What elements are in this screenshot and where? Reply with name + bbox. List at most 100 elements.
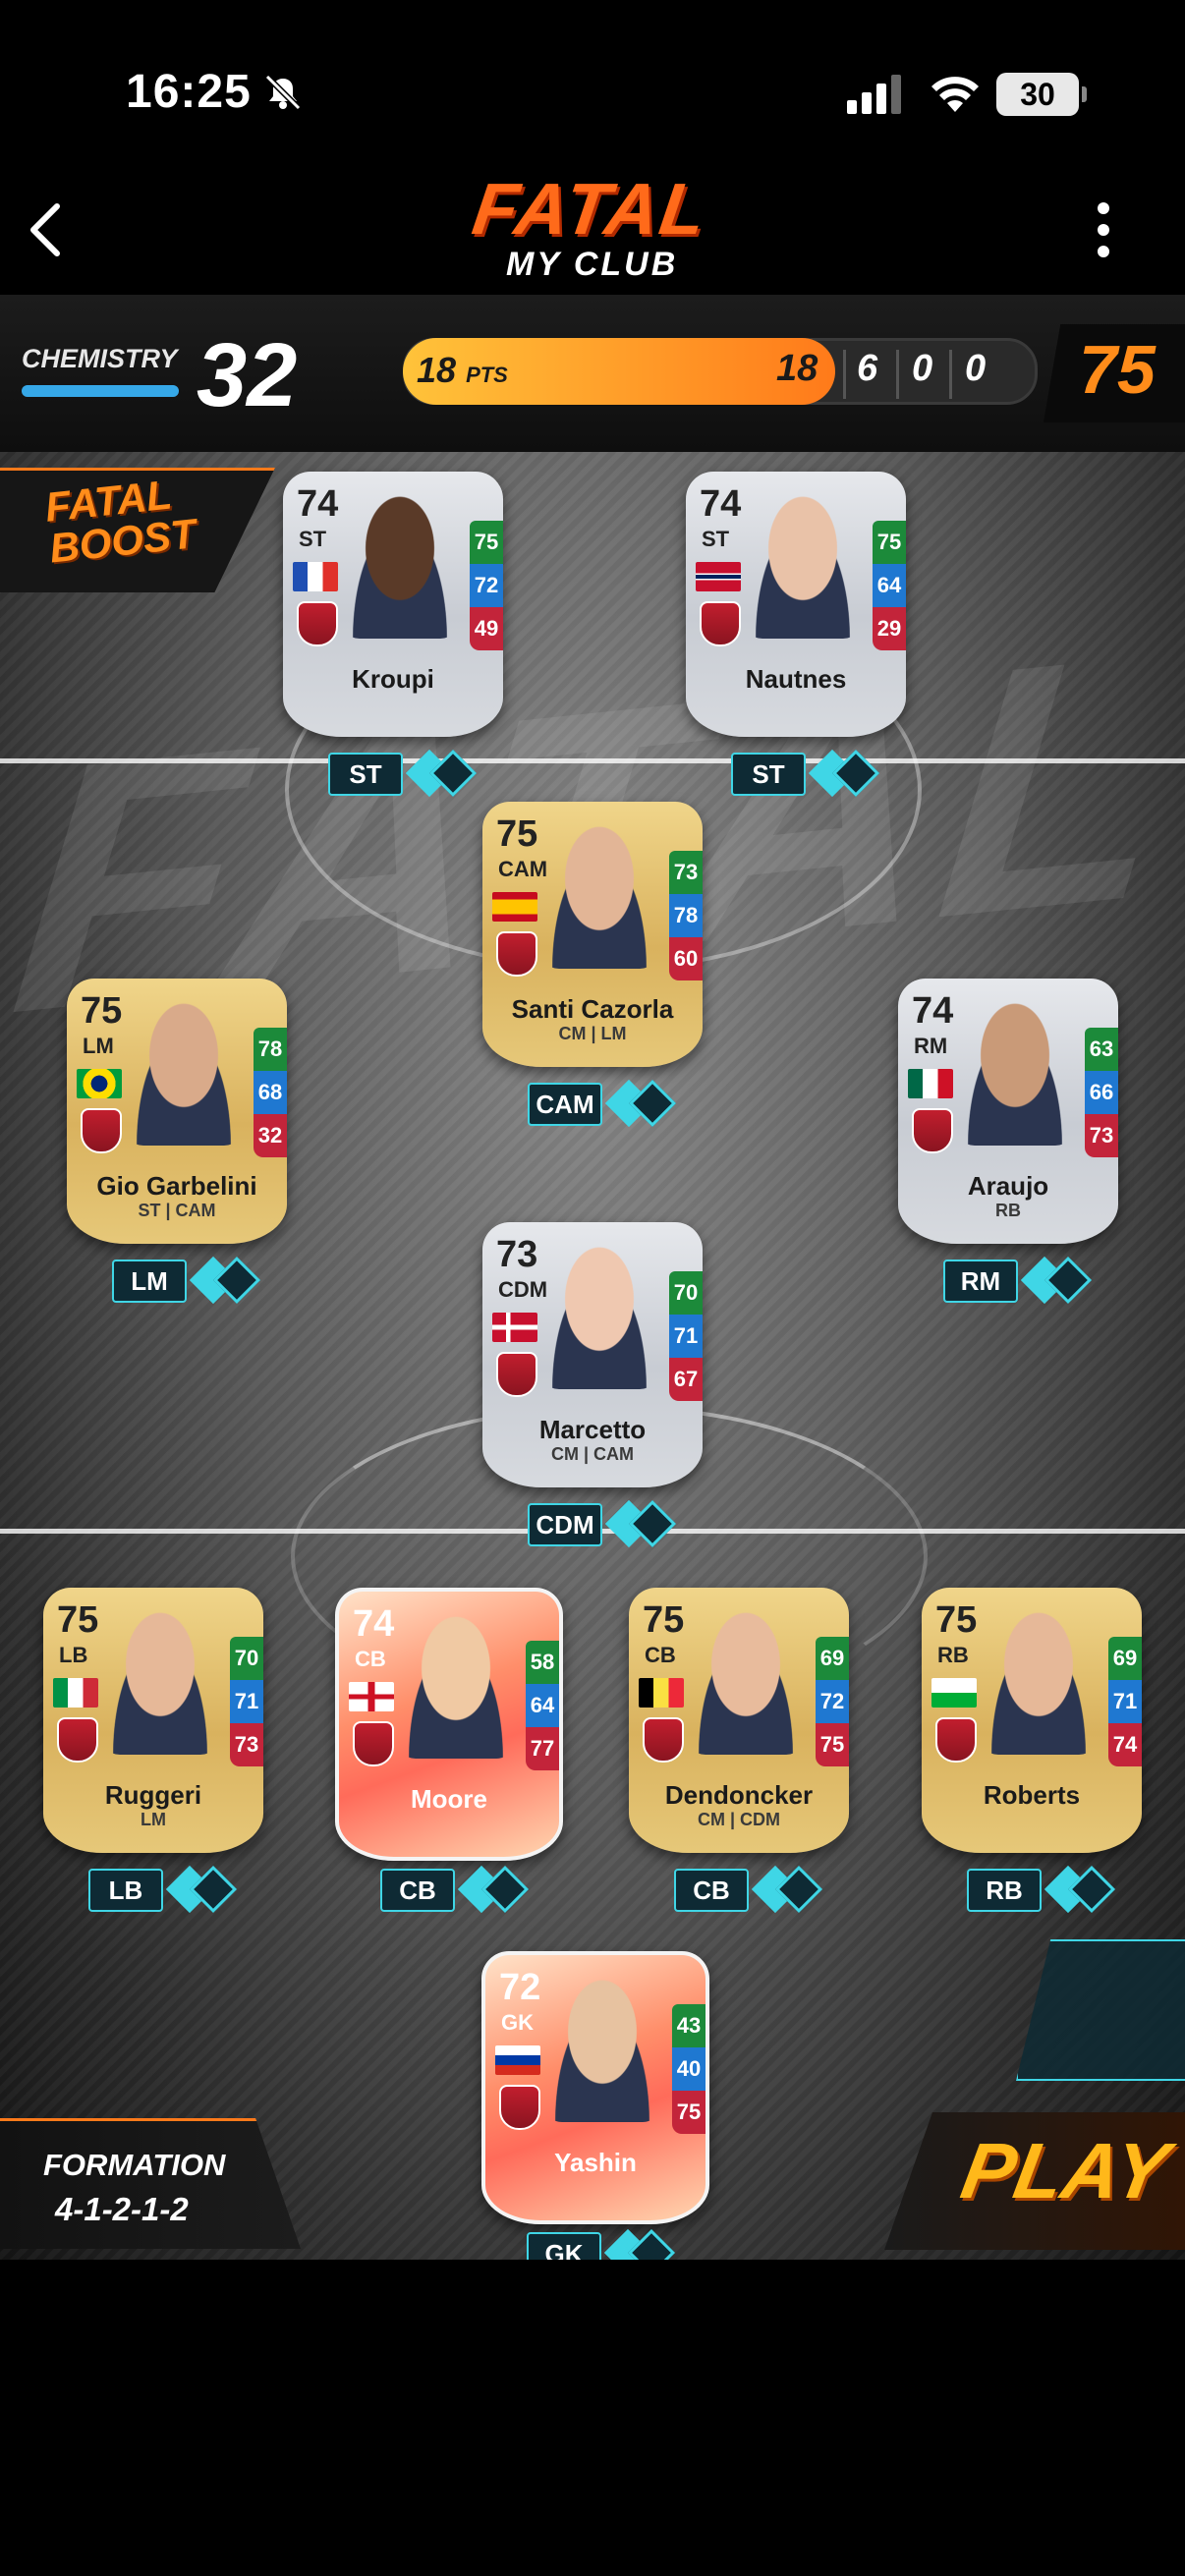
player-alt-positions: ST | CAM <box>138 1201 216 1220</box>
pitch-line <box>0 758 1185 763</box>
stat-1: 73 <box>669 851 703 894</box>
player-position: CB <box>645 1643 676 1667</box>
record-divider <box>896 350 899 399</box>
player-rating: 74 <box>353 1603 395 1645</box>
stat-1: 69 <box>1108 1637 1142 1680</box>
player-position: ST <box>299 527 327 551</box>
slot-chemistry-araujo[interactable]: RM <box>943 1256 1093 1305</box>
slot-chemistry-garbelini[interactable]: LM <box>112 1256 261 1305</box>
stat-3: 49 <box>470 607 503 650</box>
player-card-cazorla[interactable]: 75 CAM 73 78 60 Santi Cazorla CM | LM <box>482 802 703 1067</box>
points-unit: PTS <box>466 363 508 387</box>
stat-3: 77 <box>526 1727 559 1770</box>
stat-3: 60 <box>669 937 703 980</box>
slot-chemistry-marcetto[interactable]: CDM <box>528 1499 677 1548</box>
stat-1: 78 <box>254 1028 287 1071</box>
player-alt-positions: RB <box>995 1201 1021 1220</box>
player-card-yashin[interactable]: 72 GK 43 40 75 Yashin <box>481 1951 709 2224</box>
player-portrait <box>542 1977 662 2122</box>
stat-3: 75 <box>816 1723 849 1766</box>
slot-position-label: CB <box>674 1869 749 1912</box>
slot-chemistry-roberts[interactable]: RB <box>967 1865 1116 1914</box>
chemistry-progress-fill <box>22 385 179 397</box>
status-time: 16:25 <box>126 66 252 118</box>
nation-flag-icon <box>639 1678 684 1708</box>
player-stats: 78 68 32 <box>254 1028 287 1157</box>
player-name: Roberts <box>983 1780 1081 1810</box>
player-card-kroupi[interactable]: 74 ST 75 72 49 Kroupi <box>283 472 503 737</box>
player-stats: 69 72 75 <box>816 1637 849 1766</box>
player-card-roberts[interactable]: 75 RB 69 71 74 Roberts <box>922 1588 1142 1853</box>
stat-1: 69 <box>816 1637 849 1680</box>
signal-icon <box>847 75 901 114</box>
player-rating: 72 <box>499 1967 541 2008</box>
player-position: LM <box>83 1034 114 1058</box>
player-name: Ruggeri <box>104 1780 202 1810</box>
player-stats: 63 66 73 <box>1085 1028 1118 1157</box>
player-alt-positions: CM | CAM <box>550 1444 635 1464</box>
bell-off-icon <box>264 74 302 111</box>
chemistry-label: CHEMISTRY <box>22 344 178 373</box>
record-losses: 0 <box>912 348 933 389</box>
stat-3: 29 <box>873 607 906 650</box>
player-card-marcetto[interactable]: 73 CDM 70 71 67 Marcetto CM | CAM <box>482 1222 703 1487</box>
fatal-boost-label[interactable]: FATAL BOOST <box>43 472 198 572</box>
slot-chemistry-nautnes[interactable]: ST <box>731 749 880 798</box>
club-badge-icon <box>935 1717 977 1763</box>
player-stats: 58 64 77 <box>526 1641 559 1770</box>
stat-2: 66 <box>1085 1071 1118 1114</box>
player-stats: 69 71 74 <box>1108 1637 1142 1766</box>
nation-flag-icon <box>53 1678 98 1708</box>
formation-label: FORMATION <box>43 2148 226 2182</box>
formation-button[interactable] <box>0 2118 301 2249</box>
bottom-spacer <box>0 2260 1185 2576</box>
stat-2: 78 <box>669 894 703 937</box>
stat-1: 70 <box>669 1271 703 1315</box>
player-portrait <box>340 493 460 639</box>
slot-position-label: LM <box>112 1260 187 1303</box>
stat-2: 71 <box>669 1315 703 1358</box>
player-stats: 75 64 29 <box>873 521 906 650</box>
slot-position-label: ST <box>731 753 806 796</box>
stat-3: 32 <box>254 1114 287 1157</box>
player-name: Araujo <box>967 1171 1049 1201</box>
more-vertical-icon[interactable] <box>1091 202 1116 261</box>
player-position: RM <box>914 1034 948 1058</box>
player-portrait <box>124 1000 244 1146</box>
player-card-araujo[interactable]: 74 RM 63 66 73 Araujo RB <box>898 979 1118 1244</box>
slot-chemistry-cazorla[interactable]: CAM <box>528 1079 677 1128</box>
player-rating: 75 <box>496 813 538 855</box>
player-card-ruggeri[interactable]: 75 LB 70 71 73 Ruggeri LM <box>43 1588 263 1853</box>
player-rating: 74 <box>297 483 339 525</box>
slot-chemistry-moore[interactable]: CB <box>380 1865 530 1914</box>
player-portrait <box>955 1000 1075 1146</box>
stat-2: 40 <box>672 2047 705 2091</box>
chevron-left-icon[interactable] <box>24 200 67 259</box>
player-card-nautnes[interactable]: 74 ST 75 64 29 Nautnes <box>686 472 906 737</box>
slot-chemistry-kroupi[interactable]: ST <box>328 749 478 798</box>
stat-2: 72 <box>816 1680 849 1723</box>
nation-flag-icon <box>908 1069 953 1098</box>
logo-subtitle: MY CLUB <box>506 246 679 283</box>
slot-position-label: RM <box>943 1260 1018 1303</box>
player-rating: 75 <box>643 1599 685 1641</box>
stat-2: 72 <box>470 564 503 607</box>
stat-3: 73 <box>1085 1114 1118 1157</box>
player-rating: 74 <box>912 990 954 1032</box>
play-label[interactable]: PLAY <box>955 2126 1175 2216</box>
nation-flag-icon <box>293 562 338 591</box>
record-divider <box>843 350 846 399</box>
slot-chemistry-dendoncker[interactable]: CB <box>674 1865 823 1914</box>
player-stats: 43 40 75 <box>672 2004 705 2134</box>
player-rating: 75 <box>935 1599 978 1641</box>
stat-1: 70 <box>230 1637 263 1680</box>
player-card-moore[interactable]: 74 CB 58 64 77 Moore <box>335 1588 563 1861</box>
nation-flag-icon <box>495 2045 540 2075</box>
player-name: Dendoncker <box>664 1780 814 1810</box>
stat-1: 63 <box>1085 1028 1118 1071</box>
slot-chemistry-ruggeri[interactable]: LB <box>88 1865 238 1914</box>
club-badge-icon <box>496 1352 537 1397</box>
player-card-garbelini[interactable]: 75 LM 78 68 32 Gio Garbelini ST | CAM <box>67 979 287 1244</box>
player-card-dendoncker[interactable]: 75 CB 69 72 75 Dendoncker CM | CDM <box>629 1588 849 1853</box>
points-value: 18 <box>417 350 457 390</box>
